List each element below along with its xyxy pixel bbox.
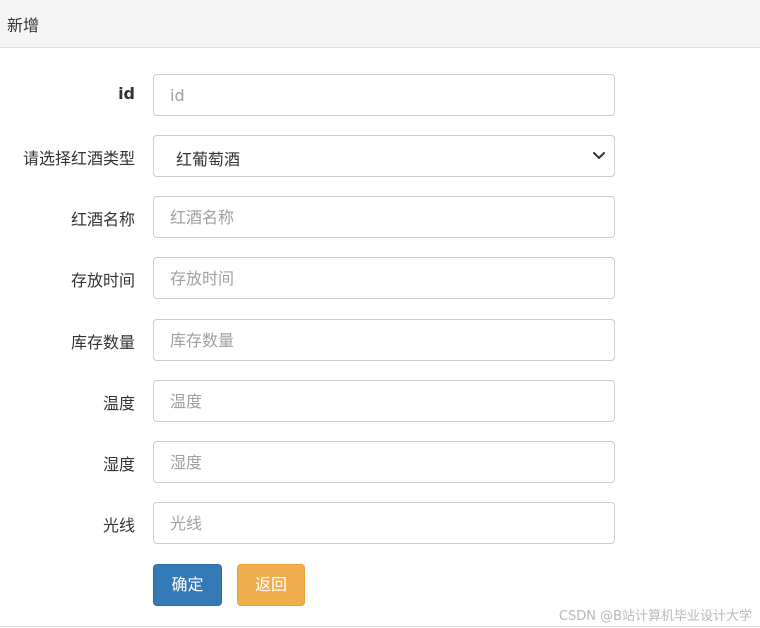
panel-title: 新增 [7,16,40,35]
temperature-label: 温度 [102,394,135,413]
light-input[interactable] [153,502,615,544]
storage-time-input[interactable] [153,257,615,299]
wine-name-label: 红酒名称 [70,210,135,229]
humidity-input[interactable] [153,441,615,483]
temperature-input[interactable] [153,380,615,422]
form-row-storage-time: 存放时间 [0,257,760,299]
humidity-label: 湿度 [102,455,135,474]
wine-name-input[interactable] [153,196,615,238]
light-label: 光线 [102,516,135,535]
form-row-wine-name: 红酒名称 [0,196,760,238]
chevron-down-icon [593,152,605,159]
back-button[interactable]: 返回 [237,564,305,606]
wine-type-label: 请选择红酒类型 [22,149,135,168]
form-row-light: 光线 [0,502,760,544]
panel-bottom-border [0,626,760,627]
form-row-stock-quantity: 库存数量 [0,319,760,361]
confirm-button[interactable]: 确定 [153,564,222,606]
form-row-id: id [0,74,760,116]
form-row-temperature: 温度 [0,380,760,422]
watermark-text: CSDN @B站计算机毕业设计大学 [558,609,752,624]
form-row-wine-type: 请选择红酒类型 红葡萄酒 [0,135,760,177]
stock-quantity-label: 库存数量 [70,333,135,352]
id-label: id [118,84,135,103]
stock-quantity-input[interactable] [153,319,615,361]
form-row-humidity: 湿度 [0,441,760,483]
id-input[interactable] [153,74,615,116]
wine-type-selected-value: 红葡萄酒 [176,150,241,169]
storage-time-label: 存放时间 [70,271,135,290]
panel-heading: 新增 [0,0,760,48]
wine-type-select[interactable]: 红葡萄酒 [153,135,615,177]
